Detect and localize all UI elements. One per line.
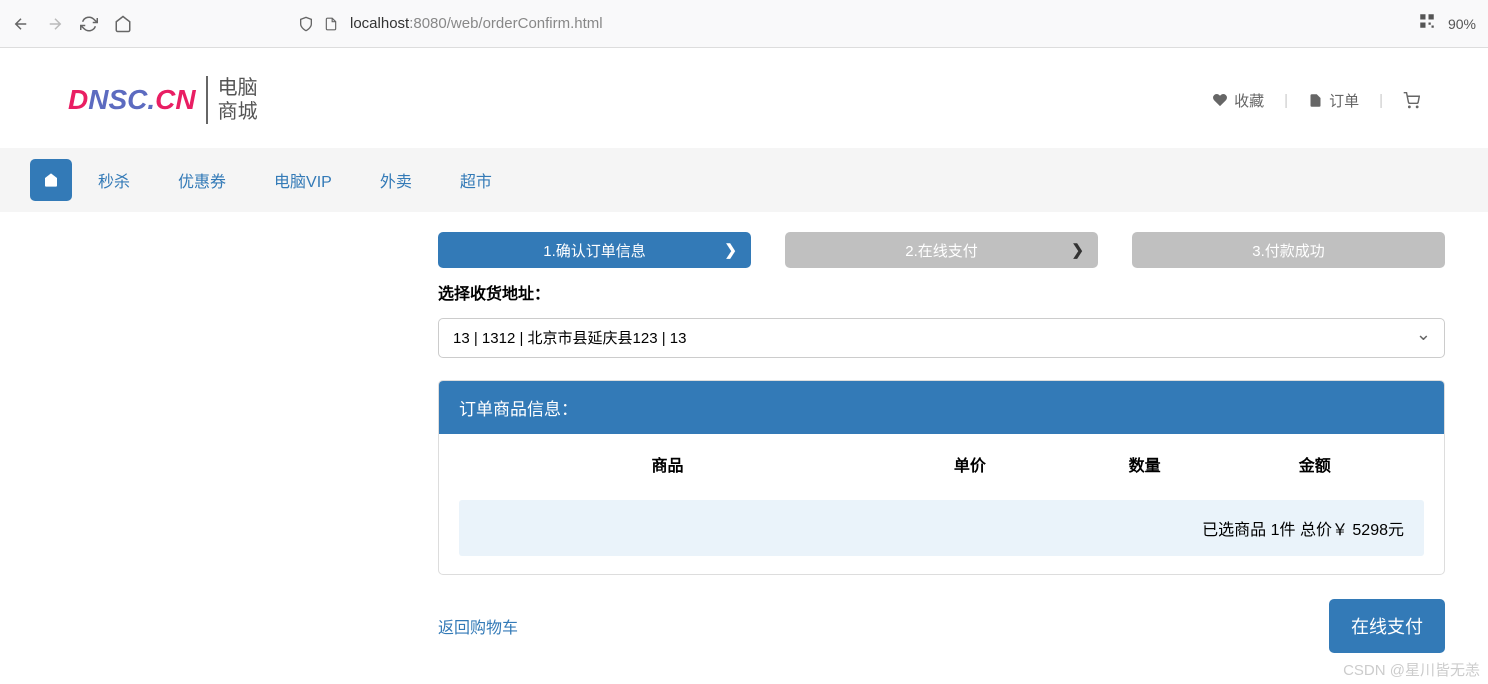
order-summary: 已选商品 1件 总价￥ 5298元	[459, 500, 1424, 556]
nav-button-group	[12, 15, 132, 33]
header-links: 收藏 | 订单 |	[1212, 90, 1420, 111]
watermark: CSDN @星川皆无恙	[1343, 659, 1480, 680]
step-indicator: 1.确认订单信息 ❯ 2.在线支付 ❯ 3.付款成功	[438, 232, 1445, 268]
browser-right-controls: 90%	[1418, 12, 1476, 35]
heart-icon	[1212, 92, 1228, 108]
step-2-label: 2.在线支付	[905, 240, 978, 261]
logo[interactable]: DNSC.CN 电脑 商城	[68, 76, 258, 124]
logo-text: DNSC.CN	[68, 84, 196, 116]
back-to-cart-link[interactable]: 返回购物车	[438, 614, 518, 638]
zoom-level[interactable]: 90%	[1448, 16, 1476, 32]
col-qty: 数量	[1074, 452, 1216, 476]
address-select[interactable]: 13 | 1312 | 北京市县延庆县123 | 13	[438, 318, 1445, 358]
file-icon	[1308, 93, 1323, 108]
panel-body: 商品 单价 数量 金额 已选商品 1件 总价￥ 5298元	[439, 434, 1444, 574]
browser-toolbar: localhost:8080/web/orderConfirm.html 90%	[0, 0, 1488, 48]
logo-sub-2: 商城	[218, 100, 258, 124]
home-button[interactable]	[114, 15, 132, 33]
table-header: 商品 单价 数量 金额	[459, 452, 1424, 500]
header-separator: |	[1284, 92, 1288, 109]
address-select-wrapper: 13 | 1312 | 北京市县延庆县123 | 13	[438, 318, 1445, 358]
url-text: localhost:8080/web/orderConfirm.html	[350, 15, 603, 32]
step-3-label: 3.付款成功	[1252, 240, 1325, 261]
site-header: DNSC.CN 电脑 商城 收藏 | 订单 |	[0, 48, 1488, 148]
nav-item-vip[interactable]: 电脑VIP	[252, 158, 354, 202]
order-label: 订单	[1329, 90, 1359, 111]
logo-divider	[206, 76, 208, 124]
col-amount: 金额	[1216, 452, 1414, 476]
url-bar[interactable]: localhost:8080/web/orderConfirm.html	[298, 15, 1402, 32]
order-panel: 订单商品信息： 商品 单价 数量 金额 已选商品 1件 总价￥ 5298元	[438, 380, 1445, 575]
step-1[interactable]: 1.确认订单信息 ❯	[438, 232, 751, 268]
footer-actions: 返回购物车 在线支付	[438, 599, 1445, 653]
document-icon	[324, 16, 338, 32]
main-content: 1.确认订单信息 ❯ 2.在线支付 ❯ 3.付款成功 选择收货地址： 13 | …	[0, 212, 1445, 683]
pay-button[interactable]: 在线支付	[1329, 599, 1445, 653]
address-label: 选择收货地址：	[438, 280, 1445, 304]
reload-button[interactable]	[80, 15, 98, 33]
col-product: 商品	[469, 452, 866, 476]
chevron-right-icon: ❯	[724, 241, 737, 259]
cart-icon	[1403, 92, 1420, 109]
main-nav: 秒杀 优惠券 电脑VIP 外卖 超市	[0, 148, 1488, 212]
panel-title: 订单商品信息：	[439, 381, 1444, 434]
step-3: 3.付款成功	[1132, 232, 1445, 268]
col-price: 单价	[866, 452, 1074, 476]
order-link[interactable]: 订单	[1308, 90, 1359, 111]
nav-item-market[interactable]: 超市	[438, 158, 514, 202]
cart-link[interactable]	[1403, 92, 1420, 109]
url-path: :8080/web/orderConfirm.html	[409, 15, 602, 32]
step-1-label: 1.确认订单信息	[543, 240, 646, 261]
chevron-right-icon: ❯	[1071, 241, 1084, 259]
favorite-label: 收藏	[1234, 90, 1264, 111]
forward-button[interactable]	[46, 15, 64, 33]
qr-icon[interactable]	[1418, 12, 1436, 35]
logo-sub-1: 电脑	[218, 76, 258, 100]
home-icon	[43, 172, 59, 188]
header-separator: |	[1379, 92, 1383, 109]
step-2[interactable]: 2.在线支付 ❯	[785, 232, 1098, 268]
url-host: localhost	[350, 15, 409, 32]
url-icons	[298, 16, 338, 32]
nav-home-button[interactable]	[30, 159, 72, 201]
logo-subtitle: 电脑 商城	[218, 76, 258, 124]
favorite-link[interactable]: 收藏	[1212, 90, 1264, 111]
nav-item-coupon[interactable]: 优惠券	[156, 158, 248, 202]
nav-item-delivery[interactable]: 外卖	[358, 158, 434, 202]
nav-item-seckill[interactable]: 秒杀	[76, 158, 152, 202]
shield-icon	[298, 16, 314, 32]
back-button[interactable]	[12, 15, 30, 33]
